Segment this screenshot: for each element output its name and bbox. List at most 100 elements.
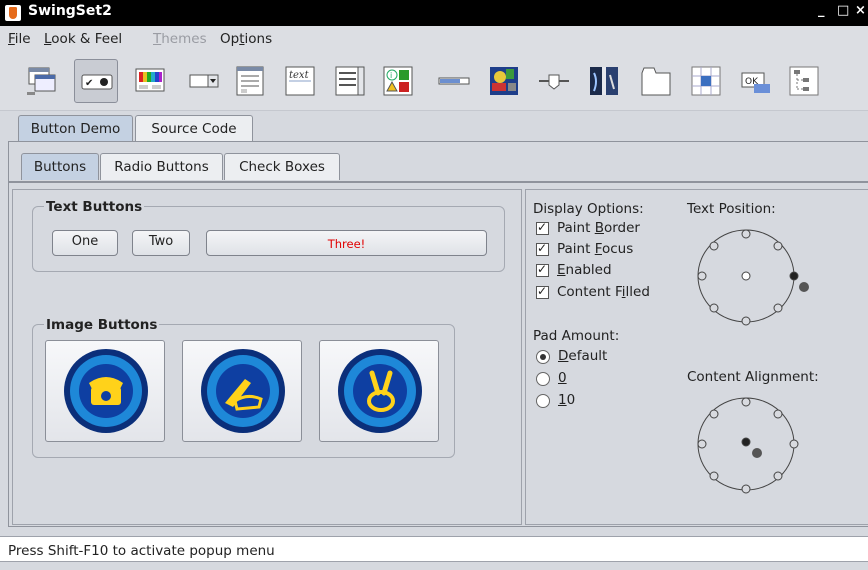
internal-frame-icon [27, 67, 56, 95]
alignment-top-right[interactable] [773, 409, 783, 419]
menu-options[interactable]: Options [220, 31, 272, 47]
list-demo-button[interactable] [328, 59, 372, 103]
scroll-pane-demo-button[interactable] [482, 59, 526, 103]
two-button[interactable]: Two [132, 230, 190, 256]
text-position-selector[interactable] [690, 224, 810, 334]
enabled-check[interactable] [536, 262, 549, 277]
paint-border-check[interactable] [536, 220, 549, 235]
text-icon-label: text [289, 70, 310, 81]
paint-focus-mnemonic: F [594, 241, 602, 257]
menu-file[interactable]: File [8, 31, 31, 47]
table-demo-button[interactable] [684, 59, 728, 103]
tab-radio-buttons[interactable]: Radio Buttons [100, 153, 223, 180]
alignment-bottom-left[interactable] [709, 471, 719, 481]
menu-bar: File Look & Feel Themes Options [0, 26, 868, 52]
menu-look-and-feel[interactable]: Look & Feel [44, 31, 122, 47]
text-position-top[interactable] [741, 229, 751, 239]
pad-amount-label: Pad Amount: [533, 328, 620, 344]
bottom-strip [0, 562, 868, 570]
paint-focus-pre: Paint [557, 241, 595, 257]
display-options-label: Display Options: [533, 201, 644, 217]
paint-border-post: order [603, 220, 640, 236]
pad-10-radio-dot[interactable] [536, 394, 550, 408]
color-chooser-demo-button[interactable] [128, 59, 172, 103]
pen-image-button[interactable] [182, 340, 302, 442]
tab-button-demo[interactable]: Button Demo [18, 115, 133, 142]
peace-hand-icon [338, 349, 422, 433]
menu-themes[interactable]: Themes [153, 31, 207, 47]
content-alignment-label: Content Alignment: [687, 369, 819, 385]
text-editor-icon: text [285, 66, 315, 96]
peace-image-button[interactable] [319, 340, 439, 442]
enabled-post: nabled [565, 262, 612, 278]
tabbed-pane-demo-button[interactable] [634, 59, 678, 103]
alignment-center-selected[interactable] [741, 437, 751, 447]
tab-check-boxes[interactable]: Check Boxes [224, 153, 340, 180]
close-button[interactable]: × [855, 3, 866, 18]
text-position-top-left[interactable] [709, 241, 719, 251]
alignment-left[interactable] [697, 439, 707, 449]
content-alignment-selector[interactable] [690, 392, 810, 502]
pad-10-mnemonic: 1 [558, 392, 567, 408]
button-demo-button[interactable]: ✔ [74, 59, 118, 103]
slider-demo-button[interactable] [532, 59, 576, 103]
one-button[interactable]: One [52, 230, 118, 256]
split-pane-icon [590, 67, 618, 95]
content-filled-label: Content Filled [557, 284, 650, 300]
text-position-top-right[interactable] [773, 241, 783, 251]
content-filled-pre: Content F [557, 284, 622, 300]
maximize-button[interactable]: □ [837, 3, 849, 18]
paint-focus-post: ocus [602, 241, 634, 257]
svg-text:i: i [390, 71, 392, 80]
menu-themes-mnemonic: T [153, 31, 162, 47]
menu-options-pre: Op [220, 31, 240, 47]
file-chooser-icon [236, 66, 264, 96]
alignment-top-left[interactable] [709, 409, 719, 419]
text-position-bottom-left[interactable] [709, 303, 719, 313]
text-position-right-selected[interactable] [789, 271, 799, 281]
alignment-top[interactable] [741, 397, 751, 407]
text-position-bottom-right[interactable] [773, 303, 783, 313]
tab-buttons[interactable]: Buttons [21, 153, 99, 180]
editor-pane-demo-button[interactable]: text [278, 59, 322, 103]
alignment-right[interactable] [789, 439, 799, 449]
text-buttons-title: Text Buttons [44, 199, 145, 215]
alignment-shadow [752, 448, 762, 458]
content-filled-post: lled [625, 284, 650, 300]
internal-frame-demo-button[interactable] [20, 59, 64, 103]
tooltip-icon: OK [741, 72, 770, 93]
menu-file-mnemonic: F [8, 31, 15, 47]
phone-image-button[interactable] [45, 340, 165, 442]
content-filled-check[interactable] [536, 284, 549, 299]
tooltip-demo-button[interactable]: OK [734, 59, 778, 103]
three-button[interactable]: Three! [206, 230, 487, 256]
split-pane-demo-button[interactable] [582, 59, 626, 103]
text-position-left[interactable] [697, 271, 707, 281]
pad-default-radio-dot[interactable] [536, 350, 550, 364]
option-pane-demo-button[interactable]: i [376, 59, 420, 103]
phone-icon [64, 349, 148, 433]
text-position-bottom[interactable] [741, 316, 751, 326]
alignment-bottom-right[interactable] [773, 471, 783, 481]
pad-0-radio-dot[interactable] [536, 372, 550, 386]
progress-bar-demo-button[interactable] [432, 59, 476, 103]
pad-default-post: efault [568, 348, 608, 364]
pen-icon [201, 349, 285, 433]
paint-border-label: Paint Border [557, 220, 640, 236]
alignment-bottom[interactable] [741, 484, 751, 494]
paint-border-mnemonic: B [594, 220, 604, 236]
tree-demo-button[interactable] [782, 59, 826, 103]
tab-source-code[interactable]: Source Code [135, 115, 253, 142]
pad-default-mnemonic: D [558, 348, 569, 364]
slider-icon [539, 74, 569, 90]
text-position-shadow [799, 282, 809, 292]
pad-default-label: Default [558, 348, 607, 364]
menu-options-post: ions [244, 31, 273, 47]
paint-focus-check[interactable] [536, 241, 549, 256]
minimize-button[interactable]: _ [818, 3, 825, 18]
file-chooser-demo-button[interactable] [228, 59, 272, 103]
combobox-demo-button[interactable] [182, 59, 226, 103]
menu-themes-post: hemes [161, 31, 207, 47]
progress-bar-icon [438, 77, 470, 85]
text-position-center[interactable] [741, 271, 751, 281]
